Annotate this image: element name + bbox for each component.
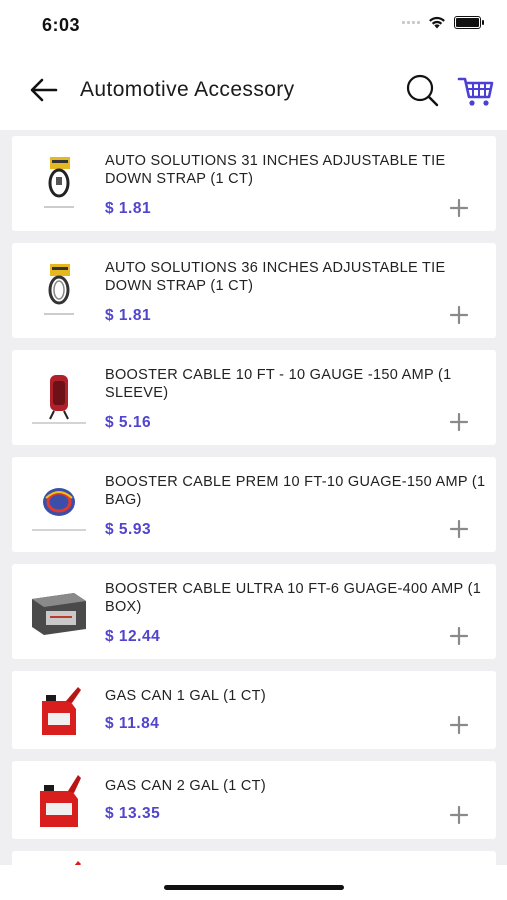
app-header: Automotive Accessory xyxy=(0,52,507,130)
back-arrow-icon[interactable] xyxy=(26,74,62,106)
status-bar: 6:03 xyxy=(0,0,507,52)
plus-icon[interactable] xyxy=(448,625,470,647)
product-list[interactable]: AUTO SOLUTIONS 31 INCHES ADJUSTABLE TIE … xyxy=(0,130,507,865)
product-card[interactable]: BOOSTER CABLE PREM 10 FT-10 GUAGE-150 AM… xyxy=(12,457,496,552)
product-name: BOOSTER CABLE 10 FT - 10 GAUGE -150 AMP … xyxy=(105,367,452,401)
product-name: BOOSTER CABLE ULTRA 10 FT-6 GUAGE-400 AM… xyxy=(105,581,482,615)
product-image xyxy=(28,474,90,536)
product-name: AUTO SOLUTIONS 31 INCHES ADJUSTABLE TIE … xyxy=(105,153,446,187)
plus-icon[interactable] xyxy=(448,411,470,433)
product-image xyxy=(28,857,90,865)
plus-icon[interactable] xyxy=(448,714,470,736)
product-card[interactable]: AUTO SOLUTIONS 31 INCHES ADJUSTABLE TIE … xyxy=(12,136,496,231)
product-image xyxy=(28,153,90,215)
plus-icon[interactable] xyxy=(448,518,470,540)
status-icons xyxy=(402,16,484,29)
product-price: $ 13.35 xyxy=(105,805,161,822)
product-image xyxy=(28,260,90,322)
product-name: AUTO SOLUTIONS 36 INCHES ADJUSTABLE TIE … xyxy=(105,260,446,294)
product-price: $ 5.93 xyxy=(105,521,152,538)
product-price: $ 1.81 xyxy=(105,307,152,324)
product-price: $ 11.84 xyxy=(105,715,160,732)
status-time: 6:03 xyxy=(42,15,81,35)
home-indicator-area xyxy=(0,865,507,900)
product-image xyxy=(28,581,90,643)
page-title: Automotive Accessory xyxy=(80,78,295,101)
wifi-icon xyxy=(429,16,445,29)
product-price: $ 12.44 xyxy=(105,628,161,645)
product-card[interactable]: GAS CAN 1 GAL (1 CT) $ 11.84 xyxy=(12,671,496,749)
cellular-signal-icon xyxy=(402,21,420,24)
product-card[interactable]: GAS CAN 2 GAL (1 CT) $ 13.35 xyxy=(12,761,496,839)
plus-icon[interactable] xyxy=(448,197,470,219)
product-image xyxy=(28,679,90,741)
search-icon[interactable] xyxy=(402,70,442,110)
product-image xyxy=(28,367,90,429)
battery-icon xyxy=(454,16,484,29)
product-price: $ 1.81 xyxy=(105,200,152,217)
plus-icon[interactable] xyxy=(448,804,470,826)
product-name: BOOSTER CABLE PREM 10 FT-10 GUAGE-150 AM… xyxy=(105,474,486,508)
product-name: GAS CAN 1 GAL (1 CT) xyxy=(105,688,266,704)
home-indicator[interactable] xyxy=(164,885,344,890)
product-card[interactable]: BOOSTER CABLE ULTRA 10 FT-6 GUAGE-400 AM… xyxy=(12,564,496,659)
product-name: GAS CAN 2 GAL (1 CT) xyxy=(105,778,266,794)
cart-icon[interactable] xyxy=(456,70,496,110)
product-card[interactable] xyxy=(12,851,496,865)
product-card[interactable]: BOOSTER CABLE 10 FT - 10 GAUGE -150 AMP … xyxy=(12,350,496,445)
product-price: $ 5.16 xyxy=(105,414,152,431)
product-image xyxy=(28,769,90,831)
product-card[interactable]: AUTO SOLUTIONS 36 INCHES ADJUSTABLE TIE … xyxy=(12,243,496,338)
plus-icon[interactable] xyxy=(448,304,470,326)
